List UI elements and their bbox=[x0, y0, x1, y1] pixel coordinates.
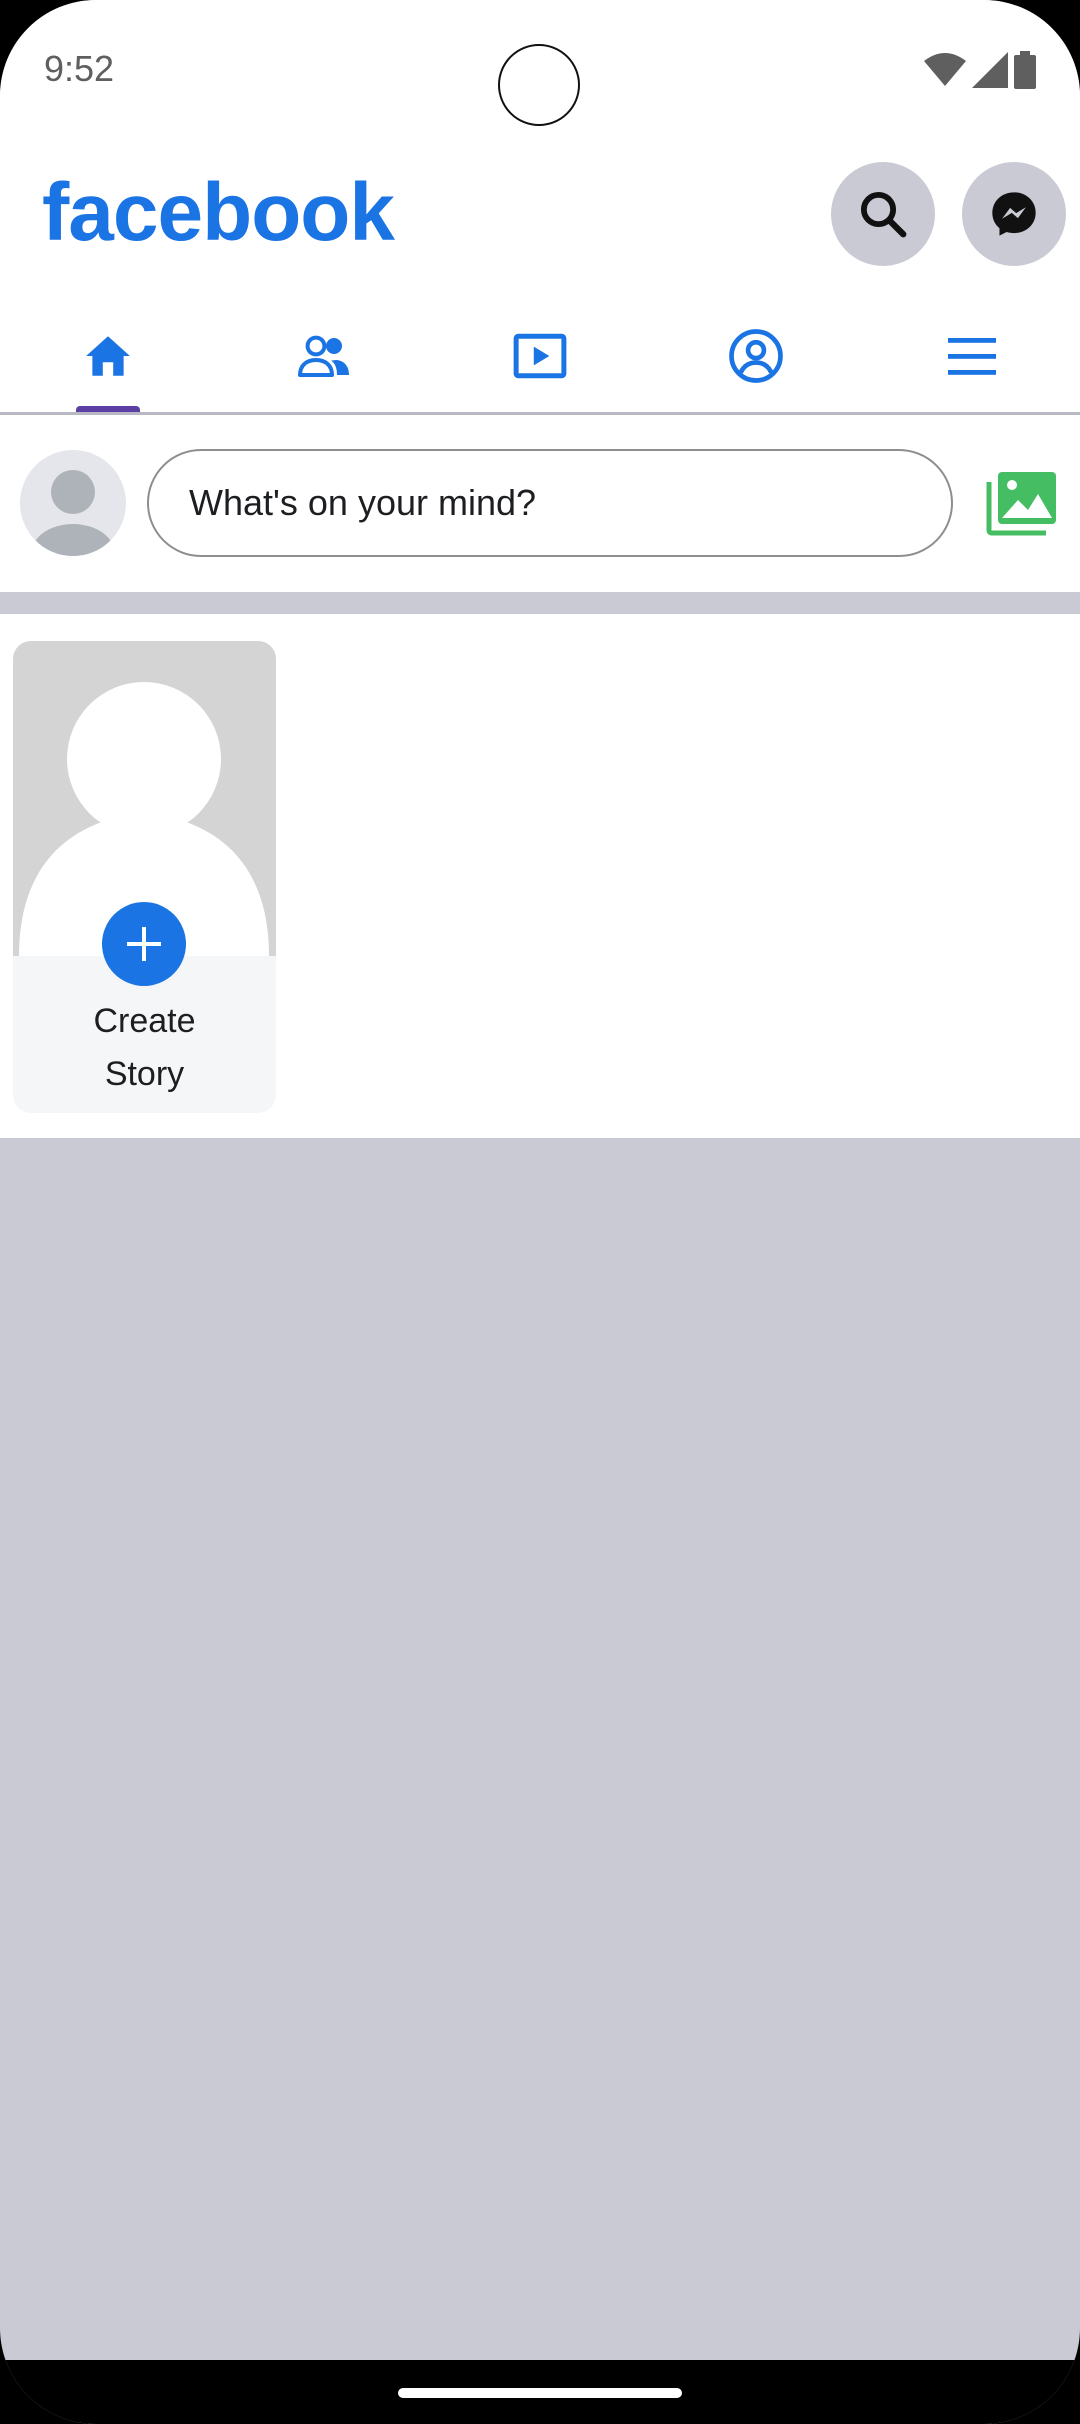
messenger-button[interactable] bbox=[962, 162, 1066, 266]
tab-watch[interactable] bbox=[432, 300, 648, 412]
section-divider bbox=[0, 592, 1080, 614]
create-story-card[interactable]: Create Story bbox=[13, 641, 276, 1113]
friends-icon bbox=[298, 335, 349, 377]
facebook-logo[interactable]: facebook bbox=[42, 168, 395, 258]
default-avatar-icon bbox=[31, 470, 115, 556]
battery-icon bbox=[1014, 51, 1036, 89]
search-icon bbox=[860, 191, 907, 238]
status-icons bbox=[924, 50, 1036, 90]
wifi-icon bbox=[924, 53, 966, 86]
create-story-label: Create Story bbox=[93, 1002, 196, 1093]
camera-cutout bbox=[498, 44, 580, 126]
photo-button[interactable] bbox=[984, 470, 1058, 536]
tab-friends[interactable] bbox=[216, 300, 432, 412]
home-icon bbox=[86, 336, 130, 376]
add-story-button[interactable] bbox=[102, 902, 186, 986]
search-button[interactable] bbox=[831, 162, 935, 266]
hamburger-menu-icon bbox=[948, 338, 996, 375]
status-time: 9:52 bbox=[44, 48, 115, 89]
phone-screen: 9:52 facebook What's on your mind? Creat… bbox=[0, 0, 1080, 2424]
cell-signal-icon bbox=[972, 52, 1008, 88]
profile-circle-icon bbox=[729, 329, 783, 383]
tabs-divider bbox=[0, 412, 1080, 415]
plus-icon bbox=[127, 927, 161, 961]
video-play-icon bbox=[513, 333, 567, 379]
main-tab-bar bbox=[0, 300, 1080, 412]
whats-on-your-mind-input[interactable]: What's on your mind? bbox=[147, 449, 953, 557]
messenger-icon bbox=[992, 192, 1036, 236]
photo-gallery-icon bbox=[986, 472, 1056, 536]
composer-placeholder: What's on your mind? bbox=[189, 482, 537, 523]
tab-home[interactable] bbox=[0, 300, 216, 412]
user-avatar[interactable] bbox=[20, 450, 126, 556]
tab-menu[interactable] bbox=[864, 300, 1080, 412]
home-indicator[interactable] bbox=[398, 2388, 682, 2398]
tab-profile[interactable] bbox=[648, 300, 864, 412]
